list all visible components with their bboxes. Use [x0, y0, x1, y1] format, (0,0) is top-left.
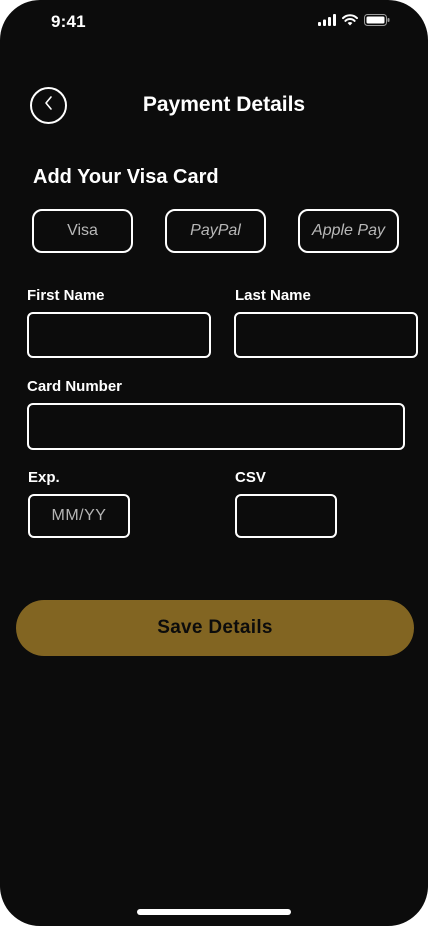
card-number-label: Card Number: [27, 378, 123, 395]
phone-screen: 9:41 Payment Details Add Your Visa Card …: [0, 0, 428, 926]
expiry-label: Exp.: [28, 469, 60, 486]
first-name-field[interactable]: [27, 312, 211, 358]
cellular-signal-icon: [318, 14, 336, 26]
card-number-field[interactable]: [27, 403, 405, 450]
last-name-field[interactable]: [234, 312, 418, 358]
expiry-field[interactable]: [28, 494, 130, 538]
save-details-button[interactable]: Save Details: [16, 600, 414, 656]
csv-field[interactable]: [235, 494, 337, 538]
payment-method-apple-pay[interactable]: Apple Pay: [298, 209, 399, 253]
last-name-label: Last Name: [235, 287, 311, 304]
wifi-icon: [342, 14, 358, 26]
status-time: 9:41: [51, 12, 86, 31]
first-name-label: First Name: [27, 287, 105, 304]
home-indicator: [137, 909, 291, 915]
section-title: Add Your Visa Card: [33, 166, 219, 188]
csv-label: CSV: [235, 469, 266, 486]
page-title: Payment Details: [142, 93, 306, 116]
status-icons: [318, 14, 390, 26]
battery-icon: [364, 14, 390, 26]
payment-method-visa[interactable]: Visa: [32, 209, 133, 253]
payment-method-paypal[interactable]: PayPal: [165, 209, 266, 253]
